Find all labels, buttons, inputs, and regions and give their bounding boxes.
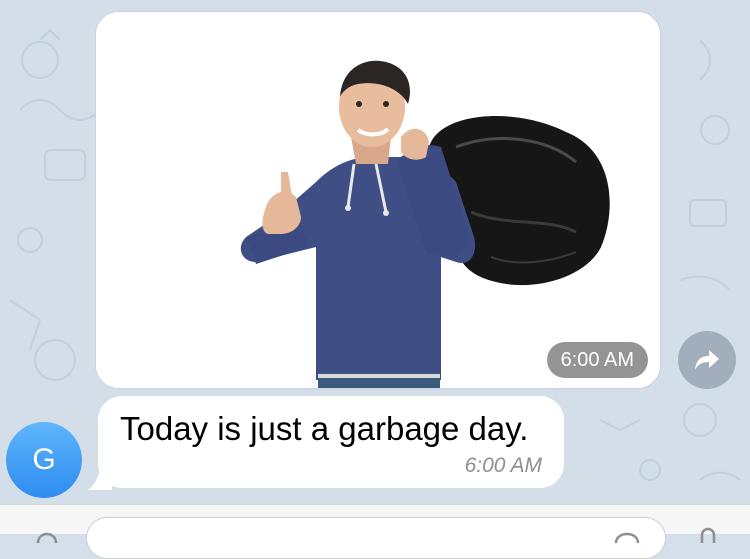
attach-icon[interactable] [32, 523, 62, 543]
share-forward-icon [695, 350, 719, 370]
sticker-icon[interactable] [612, 523, 642, 543]
photo-message-bubble[interactable]: 6:00 AM [95, 11, 661, 389]
share-forward-button[interactable] [678, 331, 736, 389]
message-text: Today is just a garbage day. [120, 410, 529, 447]
microphone-icon[interactable] [694, 523, 722, 543]
message-timestamp: 6:00 AM [464, 454, 542, 477]
photo-timestamp: 6:00 AM [546, 342, 648, 378]
message-photo[interactable] [96, 12, 661, 389]
text-message-bubble[interactable]: Today is just a garbage day. 6:00 AM [98, 396, 564, 488]
sender-avatar[interactable]: G [6, 422, 82, 498]
message-input[interactable] [86, 517, 666, 559]
message-input-bar [0, 504, 750, 559]
